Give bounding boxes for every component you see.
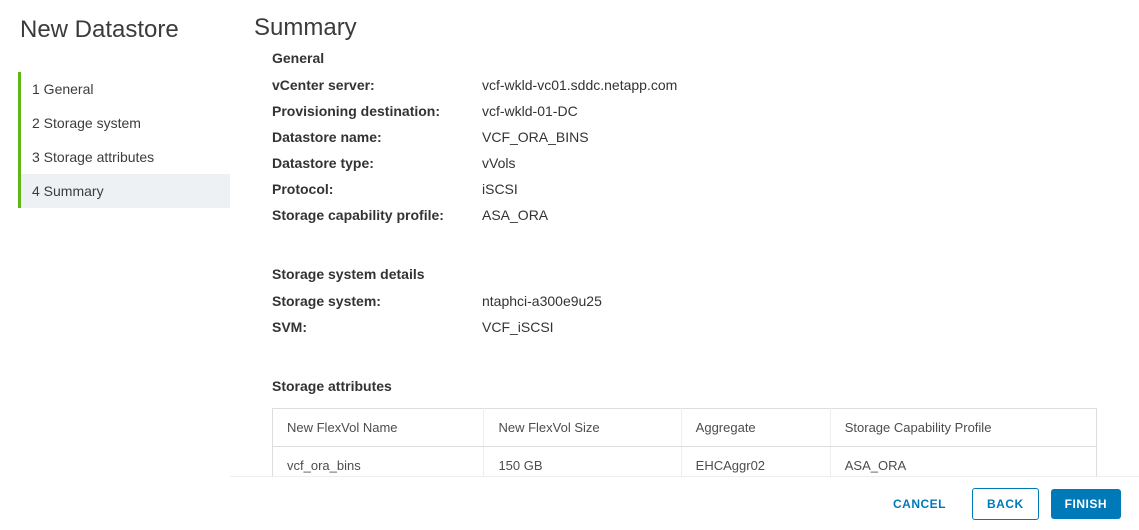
- wizard-footer: CANCEL BACK FINISH: [230, 476, 1139, 530]
- label-datastore-type: Datastore type:: [272, 155, 482, 171]
- row-scp: Storage capability profile: ASA_ORA: [254, 202, 1115, 228]
- col-flexvol-size: New FlexVol Size: [484, 409, 681, 447]
- col-scp: Storage Capability Profile: [830, 409, 1096, 447]
- label-protocol: Protocol:: [272, 181, 482, 197]
- attrs-table: New FlexVol Name New FlexVol Size Aggreg…: [272, 408, 1097, 476]
- main-panel: Summary General vCenter server: vcf-wkld…: [230, 0, 1139, 530]
- wizard-title: New Datastore: [18, 16, 230, 44]
- value-protocol: iSCSI: [482, 181, 518, 197]
- row-destination: Provisioning destination: vcf-wkld-01-DC: [254, 98, 1115, 124]
- row-svm: SVM: VCF_iSCSI: [254, 314, 1115, 340]
- row-protocol: Protocol: iSCSI: [254, 176, 1115, 202]
- wizard-steps: 1 General 2 Storage system 3 Storage att…: [18, 72, 230, 208]
- value-vcenter: vcf-wkld-vc01.sddc.netapp.com: [482, 77, 677, 93]
- row-storage-system: Storage system: ntaphci-a300e9u25: [254, 288, 1115, 314]
- label-vcenter: vCenter server:: [272, 77, 482, 93]
- wizard-sidebar: New Datastore 1 General 2 Storage system…: [0, 0, 230, 530]
- label-destination: Provisioning destination:: [272, 103, 482, 119]
- value-datastore-name: VCF_ORA_BINS: [482, 129, 589, 145]
- cell-flexvol-name: vcf_ora_bins: [273, 447, 484, 477]
- step-general[interactable]: 1 General: [18, 72, 230, 106]
- main-scroll[interactable]: Summary General vCenter server: vcf-wkld…: [230, 0, 1139, 476]
- row-datastore-name: Datastore name: VCF_ORA_BINS: [254, 124, 1115, 150]
- label-scp: Storage capability profile:: [272, 207, 482, 223]
- section-storage-heading: Storage system details: [254, 266, 1115, 282]
- section-attrs-heading: Storage attributes: [254, 378, 1115, 394]
- col-flexvol-name: New FlexVol Name: [273, 409, 484, 447]
- back-button[interactable]: BACK: [972, 488, 1039, 520]
- label-svm: SVM:: [272, 319, 482, 335]
- value-storage-system: ntaphci-a300e9u25: [482, 293, 602, 309]
- row-vcenter: vCenter server: vcf-wkld-vc01.sddc.netap…: [254, 72, 1115, 98]
- table-row: vcf_ora_bins 150 GB EHCAggr02 ASA_ORA: [273, 447, 1097, 477]
- value-datastore-type: vVols: [482, 155, 515, 171]
- label-storage-system: Storage system:: [272, 293, 482, 309]
- label-datastore-name: Datastore name:: [272, 129, 482, 145]
- cell-scp: ASA_ORA: [830, 447, 1096, 477]
- step-storage-attributes[interactable]: 3 Storage attributes: [18, 140, 230, 174]
- cancel-button[interactable]: CANCEL: [879, 489, 960, 519]
- col-aggregate: Aggregate: [681, 409, 830, 447]
- row-datastore-type: Datastore type: vVols: [254, 150, 1115, 176]
- finish-button[interactable]: FINISH: [1051, 489, 1121, 519]
- cell-flexvol-size: 150 GB: [484, 447, 681, 477]
- page-title: Summary: [254, 14, 1115, 42]
- cell-aggregate: EHCAggr02: [681, 447, 830, 477]
- value-scp: ASA_ORA: [482, 207, 548, 223]
- step-storage-system[interactable]: 2 Storage system: [18, 106, 230, 140]
- value-destination: vcf-wkld-01-DC: [482, 103, 578, 119]
- attrs-header-row: New FlexVol Name New FlexVol Size Aggreg…: [273, 409, 1097, 447]
- value-svm: VCF_iSCSI: [482, 319, 554, 335]
- step-summary[interactable]: 4 Summary: [18, 174, 230, 208]
- section-general-heading: General: [254, 50, 1115, 66]
